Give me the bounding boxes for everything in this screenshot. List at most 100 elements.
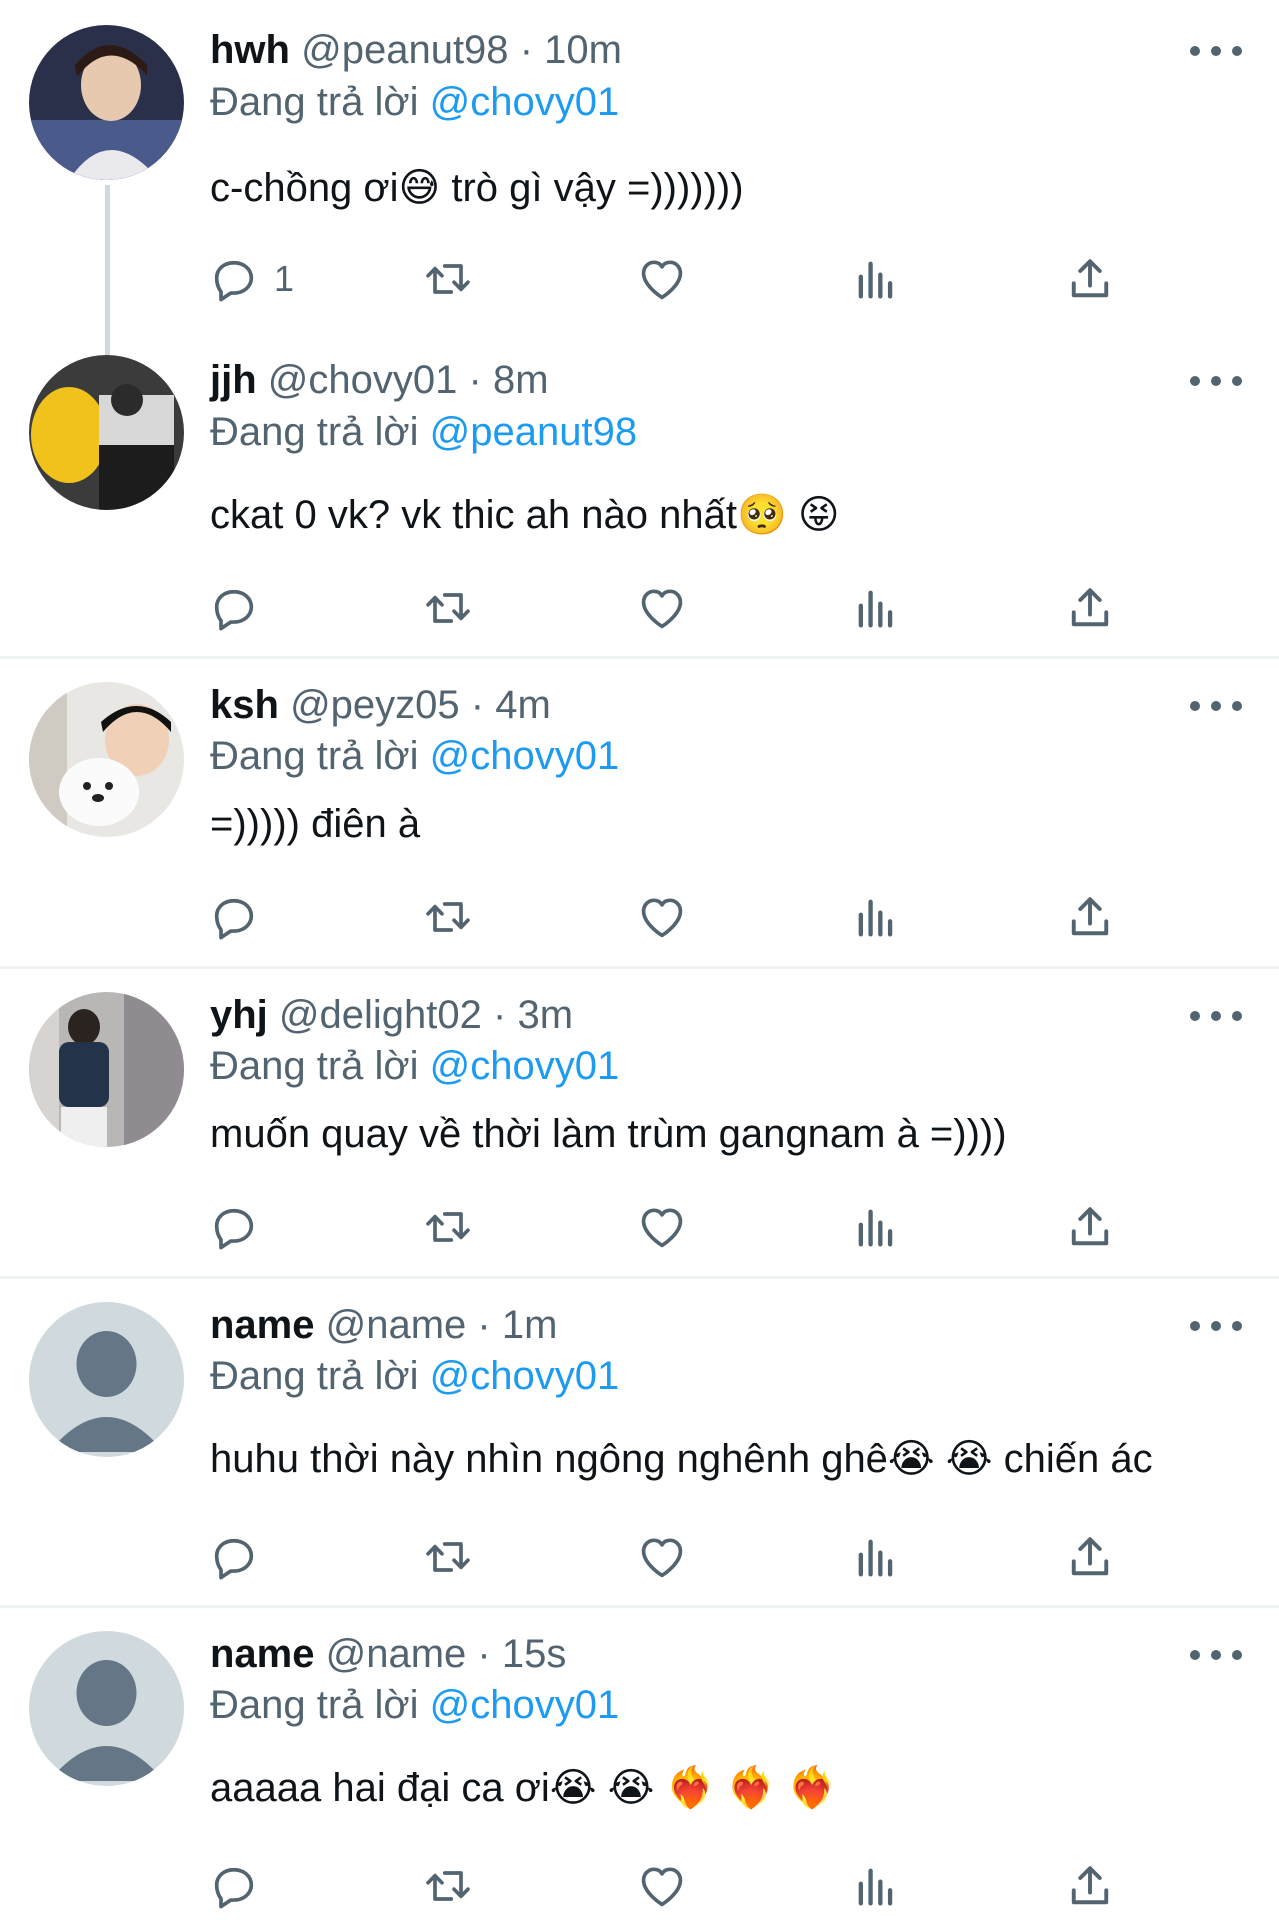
share-icon	[1071, 897, 1109, 936]
tweet-yhj[interactable]: yhj @delight02 · 3m Đang trả lời @chovy0…	[0, 969, 1279, 1278]
like-button[interactable]	[636, 578, 688, 638]
mention-link[interactable]: @chovy01	[430, 80, 620, 124]
heart-icon	[641, 898, 683, 938]
tweet-ksh[interactable]: ksh @peyz05 · 4m Đang trả lời @chovy01 =…	[0, 659, 1279, 968]
more-horizontal-icon[interactable]	[1190, 371, 1242, 391]
user-handle[interactable]: @peanut98	[301, 28, 508, 72]
tweet-name-1m[interactable]: name @name · 1m Đang trả lời @chovy01 hu…	[0, 1279, 1279, 1607]
like-button[interactable]	[636, 1527, 688, 1587]
avatar[interactable]	[29, 25, 184, 180]
reply-icon	[214, 1538, 254, 1580]
replying-to: Đang trả lời @chovy01	[210, 1679, 619, 1731]
user-handle[interactable]: @peyz05	[290, 683, 460, 727]
tweet-hwh[interactable]: hwh @peanut98 · 10m Đang trả lời @chovy0…	[0, 0, 1279, 330]
display-name[interactable]: ksh	[210, 683, 279, 727]
retweet-icon	[426, 902, 470, 932]
timestamp[interactable]: 15s	[502, 1632, 567, 1676]
replying-to: Đang trả lời @chovy01	[210, 730, 619, 782]
retweet-button[interactable]	[422, 1527, 474, 1587]
views-icon	[858, 1868, 893, 1906]
views-icon	[858, 590, 893, 628]
reply-button[interactable]	[208, 1856, 274, 1916]
action-bar	[0, 1197, 1279, 1257]
reply-button[interactable]	[208, 1197, 274, 1257]
share-icon	[1071, 1866, 1109, 1905]
retweet-button[interactable]	[422, 1856, 474, 1916]
user-handle[interactable]: @chovy01	[268, 358, 458, 402]
avatar[interactable]	[29, 992, 184, 1147]
mention-link[interactable]: @chovy01	[430, 1044, 620, 1088]
tweet-header: hwh @peanut98 · 10m	[210, 25, 622, 75]
retweet-button[interactable]	[422, 1197, 474, 1257]
avatar[interactable]	[29, 355, 184, 510]
display-name[interactable]: yhj	[210, 993, 268, 1037]
mention-link[interactable]: @chovy01	[430, 1354, 620, 1398]
user-handle[interactable]: @name	[326, 1303, 467, 1347]
share-button[interactable]	[1064, 1197, 1116, 1257]
views-button[interactable]	[850, 1856, 902, 1916]
views-button[interactable]	[850, 1527, 902, 1587]
tweet-text: =))))) điên à	[210, 802, 421, 846]
like-button[interactable]	[636, 249, 688, 309]
like-button[interactable]	[636, 1856, 688, 1916]
share-button[interactable]	[1064, 1856, 1116, 1916]
views-button[interactable]	[850, 1197, 902, 1257]
timestamp[interactable]: 1m	[502, 1303, 558, 1347]
avatar[interactable]	[29, 682, 184, 837]
retweet-button[interactable]	[422, 887, 474, 947]
share-button[interactable]	[1064, 887, 1116, 947]
like-button[interactable]	[636, 1197, 688, 1257]
reply-button[interactable]	[208, 887, 274, 947]
separator-dot: ·	[477, 1632, 491, 1676]
share-button[interactable]	[1064, 1527, 1116, 1587]
tweet-name-15s[interactable]: name @name · 15s Đang trả lời @chovy01 a…	[0, 1608, 1279, 1920]
more-horizontal-icon[interactable]	[1190, 1006, 1242, 1026]
timestamp[interactable]: 10m	[544, 28, 622, 72]
heart-icon	[641, 1538, 683, 1578]
timestamp[interactable]: 8m	[493, 358, 549, 402]
display-name[interactable]: name	[210, 1303, 315, 1347]
tweet-header: jjh @chovy01 · 8m	[210, 355, 549, 405]
separator-dot: ·	[477, 1303, 491, 1347]
more-horizontal-icon[interactable]	[1190, 696, 1242, 716]
action-bar	[0, 887, 1279, 947]
user-handle[interactable]: @name	[326, 1632, 467, 1676]
tweet-text: c-chồng ơi😅 trò gì vậy =)))))))	[210, 166, 744, 210]
display-name[interactable]: hwh	[210, 28, 290, 72]
reply-count: 1	[274, 258, 295, 299]
more-horizontal-icon[interactable]	[1190, 1645, 1242, 1665]
like-button[interactable]	[636, 887, 688, 947]
heart-icon	[641, 1208, 683, 1248]
display-name[interactable]: jjh	[210, 358, 257, 402]
avatar-default[interactable]	[29, 1631, 184, 1786]
retweet-button[interactable]	[422, 249, 474, 309]
timestamp[interactable]: 4m	[495, 683, 551, 727]
reply-button[interactable]	[208, 1527, 274, 1587]
avatar-default[interactable]	[29, 1302, 184, 1457]
mention-link[interactable]: @chovy01	[430, 1683, 620, 1727]
reply-button[interactable]	[208, 578, 274, 638]
views-button[interactable]	[850, 249, 902, 309]
separator-dot: ·	[470, 683, 485, 727]
share-icon	[1071, 1207, 1109, 1246]
display-name[interactable]: name	[210, 1632, 315, 1676]
tweet-jjh[interactable]: jjh @chovy01 · 8m Đang trả lời @peanut98…	[0, 330, 1279, 657]
share-button[interactable]	[1064, 249, 1116, 309]
views-button[interactable]	[850, 887, 902, 947]
mention-link[interactable]: @peanut98	[430, 410, 637, 454]
heart-icon	[641, 589, 683, 629]
views-icon	[858, 1209, 893, 1247]
share-button[interactable]	[1064, 578, 1116, 638]
more-horizontal-icon[interactable]	[1190, 1316, 1242, 1336]
timestamp[interactable]: 3m	[517, 993, 573, 1037]
tweet-header: ksh @peyz05 · 4m	[210, 680, 551, 730]
user-handle[interactable]: @delight02	[279, 993, 482, 1037]
more-horizontal-icon[interactable]	[1190, 41, 1242, 61]
replying-to: Đang trả lời @chovy01	[210, 76, 619, 128]
separator-dot: ·	[468, 358, 482, 402]
reply-button[interactable]: 1	[208, 249, 294, 309]
retweet-button[interactable]	[422, 578, 474, 638]
replying-prefix: Đang trả lời	[210, 1044, 419, 1088]
mention-link[interactable]: @chovy01	[430, 734, 620, 778]
views-button[interactable]	[850, 578, 902, 638]
